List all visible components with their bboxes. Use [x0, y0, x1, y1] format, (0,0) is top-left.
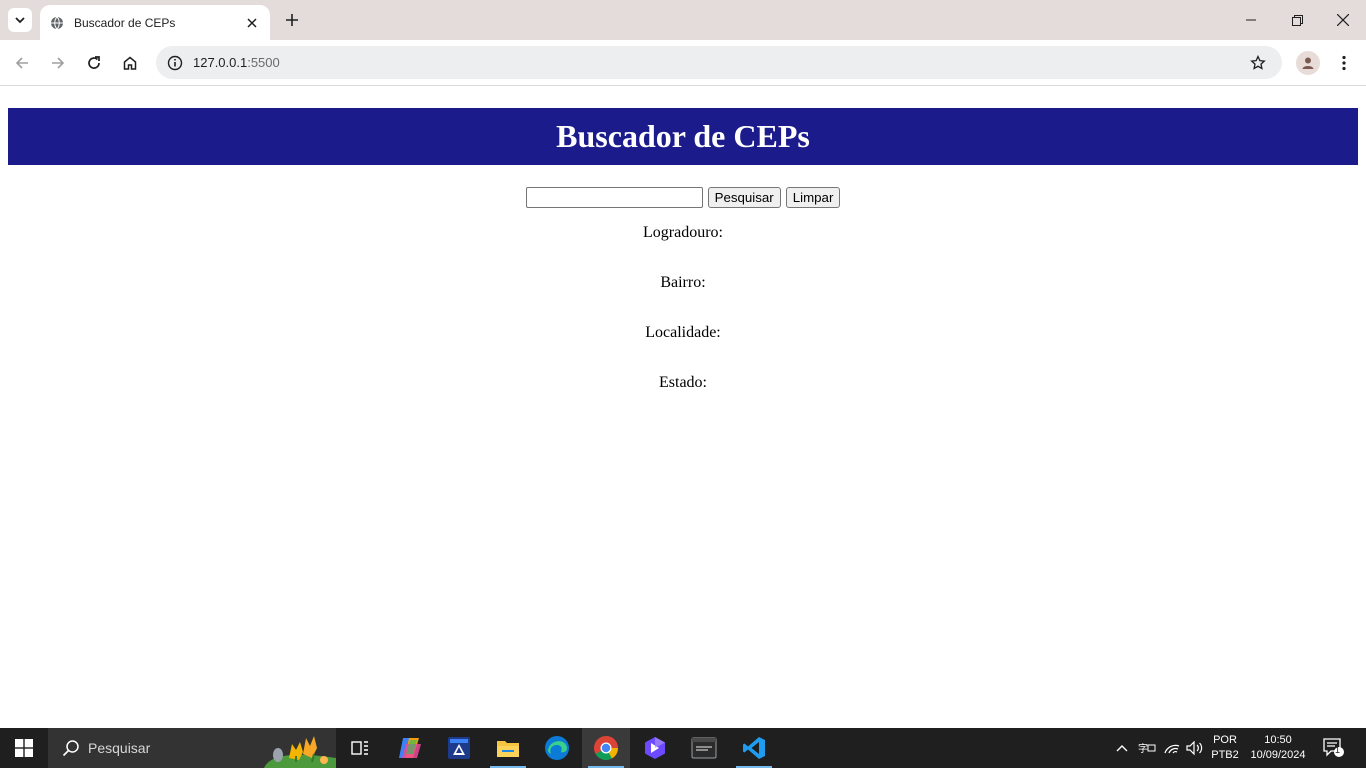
keyboard-layout: PTB2 [1211, 749, 1239, 761]
tray-input-indicator[interactable]: 字 [1135, 728, 1159, 768]
arrow-left-icon [15, 57, 28, 69]
page-viewport: Buscador de CEPs Pesquisar Limpar Lograd… [0, 87, 1366, 728]
notification-count: 1 [1335, 745, 1341, 755]
wifi-icon [1164, 744, 1180, 754]
tab-search-button[interactable] [8, 8, 32, 32]
clear-button[interactable]: Limpar [785, 187, 841, 208]
url-host: 127.0.0.1 [193, 55, 248, 70]
start-button[interactable] [0, 728, 48, 768]
chevron-up-icon [1116, 745, 1128, 752]
plus-icon [286, 14, 298, 26]
estado-label: Estado: [659, 374, 707, 391]
minimize-icon [1246, 19, 1256, 21]
taskbar-mysql-workbench[interactable] [680, 728, 728, 768]
more-vertical-icon [1342, 55, 1346, 71]
bairro-label: Bairro: [660, 274, 706, 291]
browser-menu-button[interactable] [1334, 51, 1354, 75]
svg-text:字: 字 [1138, 742, 1148, 755]
home-icon [123, 56, 137, 70]
tray-overflow-button[interactable] [1112, 728, 1132, 768]
clock-time: 10:50 [1264, 734, 1292, 746]
task-view-button[interactable] [336, 728, 384, 768]
globe-icon [51, 16, 63, 29]
taskbar-dev-app[interactable] [631, 728, 679, 768]
taskbar-search-box[interactable]: Pesquisar [48, 728, 336, 768]
tray-volume[interactable] [1184, 728, 1206, 768]
vscode-icon [743, 737, 765, 759]
restore-button[interactable] [1274, 0, 1320, 40]
chrome-icon [594, 736, 618, 761]
tray-clock[interactable]: 10:50 10/09/2024 [1244, 728, 1312, 768]
app-installer-icon [448, 737, 470, 759]
minimize-button[interactable] [1228, 0, 1274, 40]
notification-center-button[interactable]: 1 [1318, 728, 1350, 768]
taskbar-file-explorer[interactable] [484, 728, 532, 768]
restore-icon [1291, 14, 1303, 26]
notification-icon [1323, 738, 1344, 757]
arrow-right-icon [52, 57, 65, 69]
copilot-icon [399, 738, 421, 758]
home-button[interactable] [116, 49, 144, 77]
taskbar-vscode[interactable] [730, 728, 778, 768]
tray-network[interactable] [1161, 728, 1183, 768]
task-view-icon [351, 741, 368, 755]
url-port: :5500 [247, 55, 280, 70]
flowers-decoration-icon [264, 736, 336, 768]
keyboard-input-icon: 字 [1138, 742, 1156, 755]
taskbar-copilot[interactable] [386, 728, 434, 768]
person-icon [1302, 57, 1314, 69]
language-code: POR [1213, 734, 1237, 746]
search-form: Pesquisar Limpar [0, 187, 1366, 208]
browser-toolbar: 127.0.0.1:5500 [0, 40, 1366, 86]
chevron-down-icon [15, 17, 25, 24]
page-header: Buscador de CEPs [8, 108, 1358, 165]
info-icon[interactable] [166, 54, 184, 72]
reload-icon [88, 56, 100, 69]
tab-title: Buscador de CEPs [74, 15, 176, 30]
bookmark-star-icon[interactable] [1248, 53, 1268, 73]
logradouro-label: Logradouro: [643, 224, 723, 241]
folder-icon [497, 741, 519, 757]
profile-avatar[interactable] [1296, 51, 1320, 75]
browser-tabstrip: Buscador de CEPs [0, 0, 1366, 40]
search-icon [62, 740, 79, 757]
reload-button[interactable] [80, 49, 108, 77]
taskbar: Pesquisar 字 POR PTB2 10:50 10/09/2024 1 [0, 728, 1366, 768]
taskbar-app-installer[interactable] [435, 728, 483, 768]
address-bar[interactable]: 127.0.0.1:5500 [156, 46, 1282, 79]
tab-close-icon[interactable] [244, 15, 260, 31]
forward-button[interactable] [44, 49, 72, 77]
browser-tab[interactable]: Buscador de CEPs [40, 5, 270, 40]
back-button[interactable] [8, 49, 36, 77]
tray-language[interactable]: POR PTB2 [1208, 728, 1242, 768]
edge-icon [545, 736, 569, 760]
search-button[interactable]: Pesquisar [707, 187, 781, 208]
new-tab-button[interactable] [282, 10, 302, 30]
cep-input[interactable] [525, 187, 703, 208]
taskbar-edge[interactable] [533, 728, 581, 768]
close-icon [1337, 14, 1349, 26]
windows-logo-icon [15, 739, 33, 757]
clock-date: 10/09/2024 [1250, 749, 1306, 761]
mysql-workbench-icon [691, 737, 717, 759]
dev-app-icon [645, 737, 665, 759]
localidade-label: Localidade: [645, 324, 721, 341]
close-window-button[interactable] [1320, 0, 1366, 40]
taskbar-chrome[interactable] [582, 728, 630, 768]
speaker-icon [1186, 741, 1203, 755]
page-title: Buscador de CEPs [556, 118, 810, 154]
taskbar-search-text: Pesquisar [88, 740, 151, 756]
